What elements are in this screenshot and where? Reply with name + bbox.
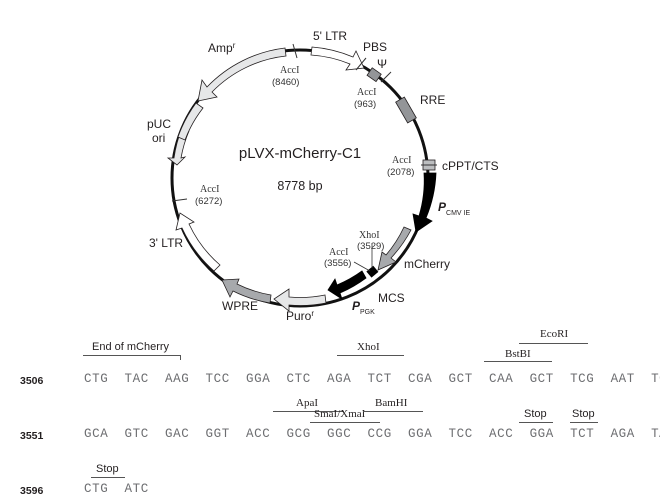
label-rre: RRE bbox=[420, 93, 445, 107]
annotation-bar bbox=[83, 355, 180, 356]
feature-puc-body bbox=[177, 102, 204, 141]
label-ori: ori bbox=[152, 131, 165, 145]
feature-5ltr-arrow bbox=[310, 46, 365, 71]
label-puc: pUC bbox=[147, 117, 171, 131]
site-name-3529: XhoI bbox=[359, 230, 380, 241]
label-mcherry: mCherry bbox=[404, 257, 450, 271]
plasmid-name: pLVX-mCherry-C1 bbox=[239, 145, 361, 162]
annotation-bar bbox=[91, 477, 125, 478]
codon-string: GCA GTC GAC GGT ACC GCG GGC CCG GGA TCC … bbox=[84, 427, 660, 441]
feature-pcmv-arrow bbox=[412, 172, 437, 233]
site-name-963: AccI bbox=[357, 87, 376, 98]
label-5ltr: 5' LTR bbox=[313, 29, 347, 43]
annotation-tick bbox=[180, 355, 181, 360]
codon-string: CTG TAC AAG TCC GGA CTC AGA TCT CGA GCT … bbox=[84, 372, 660, 386]
codon-string: CTG ATC bbox=[84, 482, 149, 496]
site-pos-6272: (6272) bbox=[195, 196, 222, 207]
label-cppt: cPPT/CTS bbox=[442, 159, 499, 173]
annotation-bar bbox=[310, 422, 380, 423]
annotation-stop: Stop bbox=[572, 408, 595, 420]
annotation-bar bbox=[363, 411, 423, 412]
annotation-end-of-mcherry: End of mCherry bbox=[92, 341, 170, 353]
site-name-3556: AccI bbox=[329, 247, 348, 258]
annotation-bar bbox=[337, 355, 404, 356]
site-pos-963: (963) bbox=[354, 99, 376, 110]
plasmid-size: 8778 bp bbox=[277, 179, 322, 193]
annotation-bar bbox=[570, 422, 598, 423]
annotation-smai-xmai: SmaI/XmaI bbox=[314, 408, 366, 420]
site-name-6272: AccI bbox=[200, 184, 219, 195]
feature-puro-arrow bbox=[273, 288, 327, 312]
site-pos-2078: (2078) bbox=[387, 167, 414, 178]
site-pos-3529: (3529) bbox=[357, 241, 384, 252]
site-pos-3556: (3556) bbox=[324, 258, 351, 269]
feature-ppgk-arrow bbox=[327, 270, 367, 300]
label-wpre: WPRE bbox=[222, 299, 258, 313]
annotation-bar bbox=[519, 422, 553, 423]
feature-rre-box bbox=[395, 96, 417, 124]
plasmid-map: pLVX-mCherry-C1 8778 bp Ampr 5' LTR PBS … bbox=[147, 29, 499, 323]
annotation-stop: Stop bbox=[96, 463, 119, 475]
sequence-position: 3596 bbox=[20, 485, 44, 497]
label-pbs: PBS bbox=[363, 40, 387, 54]
annotation-stop: Stop bbox=[524, 408, 547, 420]
label-pcmv: PCMV IE bbox=[438, 200, 470, 217]
label-amp: Ampr bbox=[208, 41, 236, 55]
label-ppgk: PPGK bbox=[352, 299, 375, 316]
site-name-8460: AccI bbox=[280, 65, 299, 76]
site-leader-3556 bbox=[353, 261, 371, 272]
label-puro: Puror bbox=[286, 309, 314, 323]
mcs-sequence: End of mCherry XhoI BstBI EcoRI 3506 CTG… bbox=[0, 328, 660, 502]
annotation-bamhi: BamHI bbox=[375, 397, 408, 409]
site-pos-8460: (8460) bbox=[272, 77, 299, 88]
annotation-bar bbox=[484, 361, 552, 362]
annotation-bar bbox=[519, 343, 588, 344]
annotation-ecori: EcoRI bbox=[540, 328, 569, 340]
annotation-bstbi: BstBI bbox=[505, 348, 531, 360]
sequence-position: 3551 bbox=[20, 430, 44, 442]
label-psi: Ψ bbox=[377, 57, 387, 71]
annotation-xhoi: XhoI bbox=[357, 341, 380, 353]
feature-amp-arrow bbox=[197, 47, 287, 102]
site-name-2078: AccI bbox=[392, 155, 411, 166]
label-mcs: MCS bbox=[378, 291, 405, 305]
label-3ltr: 3' LTR bbox=[149, 236, 183, 250]
sequence-position: 3506 bbox=[20, 375, 44, 387]
site-tick-963 bbox=[380, 71, 392, 83]
